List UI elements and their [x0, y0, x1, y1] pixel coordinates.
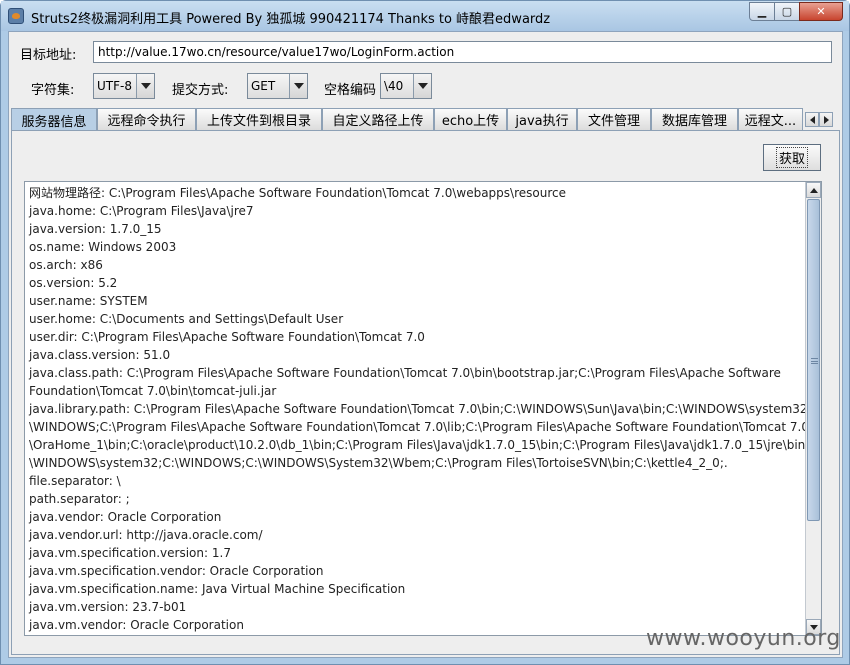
- output-line: java.library.path: C:\Program Files\Apac…: [29, 402, 822, 416]
- method-value: GET: [251, 79, 276, 93]
- output-line: file.separator: \: [29, 474, 121, 488]
- grip-icon: [811, 358, 818, 364]
- charset-label: 字符集:: [31, 83, 75, 98]
- tab-scroll-right-button[interactable]: [819, 112, 833, 127]
- output-line: java.vendor: Oracle Corporation: [29, 510, 222, 524]
- output-line: user.name: SYSTEM: [29, 294, 148, 308]
- output-line: java.vm.version: 23.7-b01: [29, 600, 187, 614]
- method-label: 提交方式:: [172, 83, 229, 98]
- output-line: os.version: 5.2: [29, 276, 118, 290]
- vertical-scrollbar[interactable]: [805, 182, 821, 635]
- tab-echo-upload[interactable]: echo上传: [434, 108, 507, 130]
- output-line: os.arch: x86: [29, 258, 103, 272]
- minimize-button[interactable]: ▁: [749, 2, 775, 21]
- maximize-button[interactable]: ▢: [774, 2, 800, 21]
- tab-database-manager[interactable]: 数据库管理: [651, 108, 738, 130]
- output-line: java.home: C:\Program Files\Java\jre7: [29, 204, 254, 218]
- title-bar[interactable]: Struts2终极漏洞利用工具 Powered By 独孤城 990421174…: [1, 1, 849, 31]
- tab-upload-root[interactable]: 上传文件到根目录: [196, 108, 322, 130]
- charset-value: UTF-8: [97, 79, 132, 93]
- output-line: java.class.path: C:\Program Files\Apache…: [29, 366, 781, 380]
- output-line: java.class.version: 51.0: [29, 348, 171, 362]
- arrow-up-icon: [809, 187, 818, 193]
- scroll-thumb[interactable]: [807, 199, 820, 521]
- window-controls: ▁ ▢ ✕: [749, 2, 843, 21]
- output-lines: 网站物理路径: C:\Program Files\Apache Software…: [25, 184, 822, 634]
- server-info-panel: 获取 网站物理路径: C:\Program Files\Apache Softw…: [11, 130, 840, 655]
- output-line: Foundation\Tomcat 7.0\bin\tomcat-juli.ja…: [29, 384, 277, 398]
- fetch-button[interactable]: 获取: [763, 144, 821, 171]
- tab-java-exec[interactable]: java执行: [507, 108, 577, 130]
- tab-custom-path-upload[interactable]: 自定义路径上传: [322, 108, 434, 130]
- main-window: Struts2终极漏洞利用工具 Powered By 独孤城 990421174…: [0, 0, 850, 665]
- java-cup-icon: [8, 8, 24, 24]
- output-line: java.vendor.url: http://java.oracle.com/: [29, 528, 263, 542]
- output-line: os.name: Windows 2003: [29, 240, 177, 254]
- close-button[interactable]: ✕: [799, 2, 843, 21]
- arrow-left-icon: [809, 115, 815, 124]
- output-line: java.vm.specification.vendor: Oracle Cor…: [29, 564, 324, 578]
- space-encoding-value: \40: [384, 79, 404, 93]
- chevron-down-icon[interactable]: [136, 74, 154, 98]
- output-line: user.home: C:\Documents and Settings\Def…: [29, 312, 344, 326]
- method-select[interactable]: GET: [247, 73, 308, 99]
- tab-file-manager[interactable]: 文件管理: [577, 108, 651, 130]
- chevron-down-icon[interactable]: [289, 74, 307, 98]
- window-title: Struts2终极漏洞利用工具 Powered By 独孤城 990421174…: [31, 12, 551, 27]
- output-line: 网站物理路径: C:\Program Files\Apache Software…: [29, 186, 566, 200]
- tab-remote-file[interactable]: 远程文...: [738, 108, 803, 130]
- space-encoding-select[interactable]: \40: [380, 73, 432, 99]
- output-line: \WINDOWS;C:\Program Files\Apache Softwar…: [29, 420, 822, 434]
- fetch-button-label: 获取: [775, 147, 808, 168]
- tab-remote-command[interactable]: 远程命令执行: [97, 108, 196, 130]
- tab-server-info[interactable]: 服务器信息: [11, 108, 97, 131]
- space-encoding-label: 空格编码: [324, 83, 377, 98]
- output-line: user.dir: C:\Program Files\Apache Softwa…: [29, 330, 425, 344]
- server-info-output[interactable]: 网站物理路径: C:\Program Files\Apache Software…: [24, 181, 822, 636]
- output-line: java.vm.specification.version: 1.7: [29, 546, 231, 560]
- output-line: path.separator: ;: [29, 492, 130, 506]
- output-line: java.vm.specification.name: Java Virtual…: [29, 582, 406, 596]
- arrow-right-icon: [823, 115, 829, 124]
- output-line: \WINDOWS\system32;C:\WINDOWS;C:\WINDOWS\…: [29, 456, 728, 470]
- tab-strip: 服务器信息 远程命令执行 上传文件到根目录 自定义路径上传 echo上传 jav…: [11, 108, 841, 131]
- target-url-input[interactable]: http://value.17wo.cn/resource/value17wo/…: [93, 41, 832, 63]
- charset-select[interactable]: UTF-8: [93, 73, 155, 99]
- tab-scroll-left-button[interactable]: [805, 112, 819, 127]
- target-url-label: 目标地址:: [20, 48, 77, 63]
- watermark: www.wooyun.org: [646, 626, 841, 651]
- client-area: 目标地址: http://value.17wo.cn/resource/valu…: [8, 31, 843, 658]
- chevron-down-icon[interactable]: [413, 74, 431, 98]
- scroll-up-button[interactable]: [806, 182, 821, 198]
- output-line: \OraHome_1\bin;C:\oracle\product\10.2.0\…: [29, 438, 822, 452]
- output-line: java.version: 1.7.0_15: [29, 222, 162, 236]
